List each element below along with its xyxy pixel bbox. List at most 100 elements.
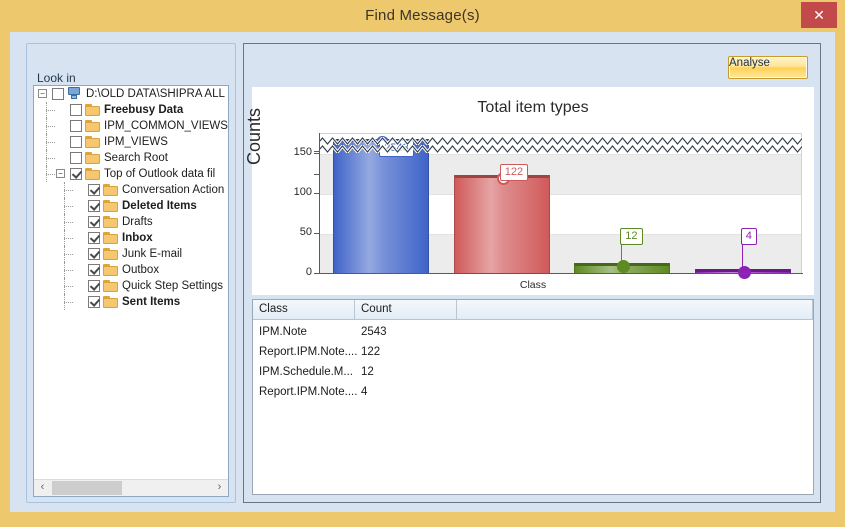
- tree-node-checkbox[interactable]: [52, 88, 64, 100]
- folder-icon: [103, 280, 118, 292]
- tree-connector-vertical: [46, 166, 48, 182]
- tree-node-checkbox[interactable]: [70, 136, 82, 148]
- table-cell-class: IPM.Note: [259, 326, 307, 338]
- tree-node[interactable]: Drafts: [34, 214, 228, 230]
- tree-node-label: Freebusy Data: [104, 104, 184, 116]
- close-button[interactable]: ✕: [801, 2, 837, 28]
- tree-node-checkbox[interactable]: [88, 184, 100, 196]
- tree-node-label: Outbox: [122, 264, 160, 276]
- tree-node[interactable]: IPM_VIEWS: [34, 134, 228, 150]
- tree-node-label: Top of Outlook data fil: [104, 168, 216, 180]
- tree-connector-vertical: [46, 134, 48, 150]
- tree-node-checkbox[interactable]: [70, 104, 82, 116]
- folder-icon: [103, 296, 118, 308]
- tree-connector-vertical: [46, 102, 48, 118]
- tree-node-checkbox[interactable]: [70, 120, 82, 132]
- tree-node[interactable]: Freebusy Data: [34, 102, 228, 118]
- folder-icon: [103, 232, 118, 244]
- folder-icon: [85, 104, 100, 116]
- look-in-legend: Look in: [33, 71, 80, 85]
- tree-node-label: IPM_VIEWS: [104, 136, 168, 148]
- tree-expander-icon[interactable]: −: [56, 169, 65, 178]
- scrollbar-thumb[interactable]: [52, 481, 122, 495]
- table-header-row: Class Count: [253, 300, 813, 320]
- tree-node-checkbox[interactable]: [88, 296, 100, 308]
- folder-icon: [103, 216, 118, 228]
- tree-node-label: Quick Step Settings: [122, 280, 223, 292]
- tree-node-label: Search Root: [104, 152, 168, 164]
- tree-node-label: Drafts: [122, 216, 153, 228]
- tree-node[interactable]: − D:\OLD DATA\SHIPRA ALL D: [34, 86, 228, 102]
- chart-bar[interactable]: [333, 138, 430, 273]
- tree-node-label: Deleted Items: [122, 200, 197, 212]
- tree-node[interactable]: Search Root: [34, 150, 228, 166]
- tree-node[interactable]: IPM_COMMON_VIEWS: [34, 118, 228, 134]
- tree-node-checkbox[interactable]: [88, 216, 100, 228]
- table-cell-count: 12: [361, 366, 374, 378]
- tree-node-label: Inbox: [122, 232, 153, 244]
- chart-y-tick-label: 50: [299, 226, 312, 238]
- chart-y-tick: [314, 273, 320, 274]
- results-table[interactable]: Class Count IPM.Note 2543 Report.IPM.Note..…: [252, 299, 814, 495]
- tree-node-checkbox[interactable]: [88, 280, 100, 292]
- tree-node[interactable]: Conversation Action: [34, 182, 228, 198]
- tree-horizontal-scrollbar[interactable]: ‹ ›: [34, 479, 228, 496]
- table-cell-class: Report.IPM.Note....: [259, 346, 358, 358]
- tree-node[interactable]: Junk E-mail: [34, 246, 228, 262]
- tree-node[interactable]: Quick Step Settings: [34, 278, 228, 294]
- folder-icon: [103, 184, 118, 196]
- tree-connector-vertical: [64, 182, 66, 198]
- chart-data-label: 4: [740, 228, 757, 245]
- chart-data-label: 122: [499, 164, 529, 181]
- tree-node-checkbox[interactable]: [88, 264, 100, 276]
- tree-node-label: IPM_COMMON_VIEWS: [104, 120, 228, 132]
- folder-tree-view[interactable]: − D:\OLD DATA\SHIPRA ALL D Freebusy Data IP…: [33, 85, 229, 497]
- tree-node-checkbox[interactable]: [88, 248, 100, 260]
- tree-connector-vertical: [64, 214, 66, 230]
- tree-node-label: Junk E-mail: [122, 248, 183, 260]
- table-row[interactable]: Report.IPM.Note.... 4: [253, 382, 813, 402]
- tree-node[interactable]: − Top of Outlook data fil: [34, 166, 228, 182]
- tree-node[interactable]: Deleted Items: [34, 198, 228, 214]
- tree-connector-vertical: [64, 246, 66, 262]
- tree-node[interactable]: Sent Items: [34, 294, 228, 310]
- folder-icon: [103, 248, 118, 260]
- tree-connector-vertical: [64, 262, 66, 278]
- tree-connector-vertical: [64, 294, 66, 310]
- chart-x-axis-line: [319, 273, 803, 274]
- tree-node[interactable]: Inbox: [34, 230, 228, 246]
- tree-node-label: D:\OLD DATA\SHIPRA ALL D: [86, 88, 228, 100]
- table-row[interactable]: Report.IPM.Note.... 122: [253, 342, 813, 362]
- chart-bar[interactable]: [453, 175, 550, 273]
- window-title: Find Message(s): [365, 7, 480, 24]
- chart-plot-area: 2543 122 12 4: [320, 133, 802, 279]
- tree-node-checkbox[interactable]: [70, 152, 82, 164]
- folder-icon: [85, 136, 100, 148]
- computer-icon: [67, 87, 81, 100]
- chart-y-tick-label: 0: [305, 266, 312, 278]
- chart-y-axis-line: [319, 133, 320, 274]
- tree-node-checkbox[interactable]: [88, 200, 100, 212]
- table-column-header[interactable]: Class: [253, 300, 355, 319]
- analyse-button[interactable]: Analyse: [728, 56, 808, 79]
- chart-y-tick: [314, 153, 320, 154]
- tree-expander-icon[interactable]: −: [38, 89, 47, 98]
- tree-node-label: Conversation Action: [122, 184, 225, 196]
- table-column-header[interactable]: [457, 300, 813, 319]
- chart-y-tick-label: 150: [293, 146, 312, 158]
- table-row[interactable]: IPM.Schedule.M... 12: [253, 362, 813, 382]
- table-column-header[interactable]: Count: [355, 300, 457, 319]
- tree-node-checkbox[interactable]: [70, 168, 82, 180]
- table-row[interactable]: IPM.Note 2543: [253, 322, 813, 342]
- tree-node-checkbox[interactable]: [88, 232, 100, 244]
- tree-node-label: Sent Items: [122, 296, 181, 308]
- tree-connector-vertical: [46, 150, 48, 166]
- chart-y-tick-label: 100: [293, 186, 312, 198]
- tree-node[interactable]: Outbox: [34, 262, 228, 278]
- chart-y-tick: [314, 233, 320, 234]
- table-cell-count: 122: [361, 346, 381, 358]
- scroll-right-arrow-icon[interactable]: ›: [211, 480, 228, 496]
- scroll-left-arrow-icon[interactable]: ‹: [34, 480, 51, 496]
- results-panel: Analyse Total item types Counts 2543 122 1…: [243, 43, 821, 503]
- chart-y-tick: [314, 174, 320, 175]
